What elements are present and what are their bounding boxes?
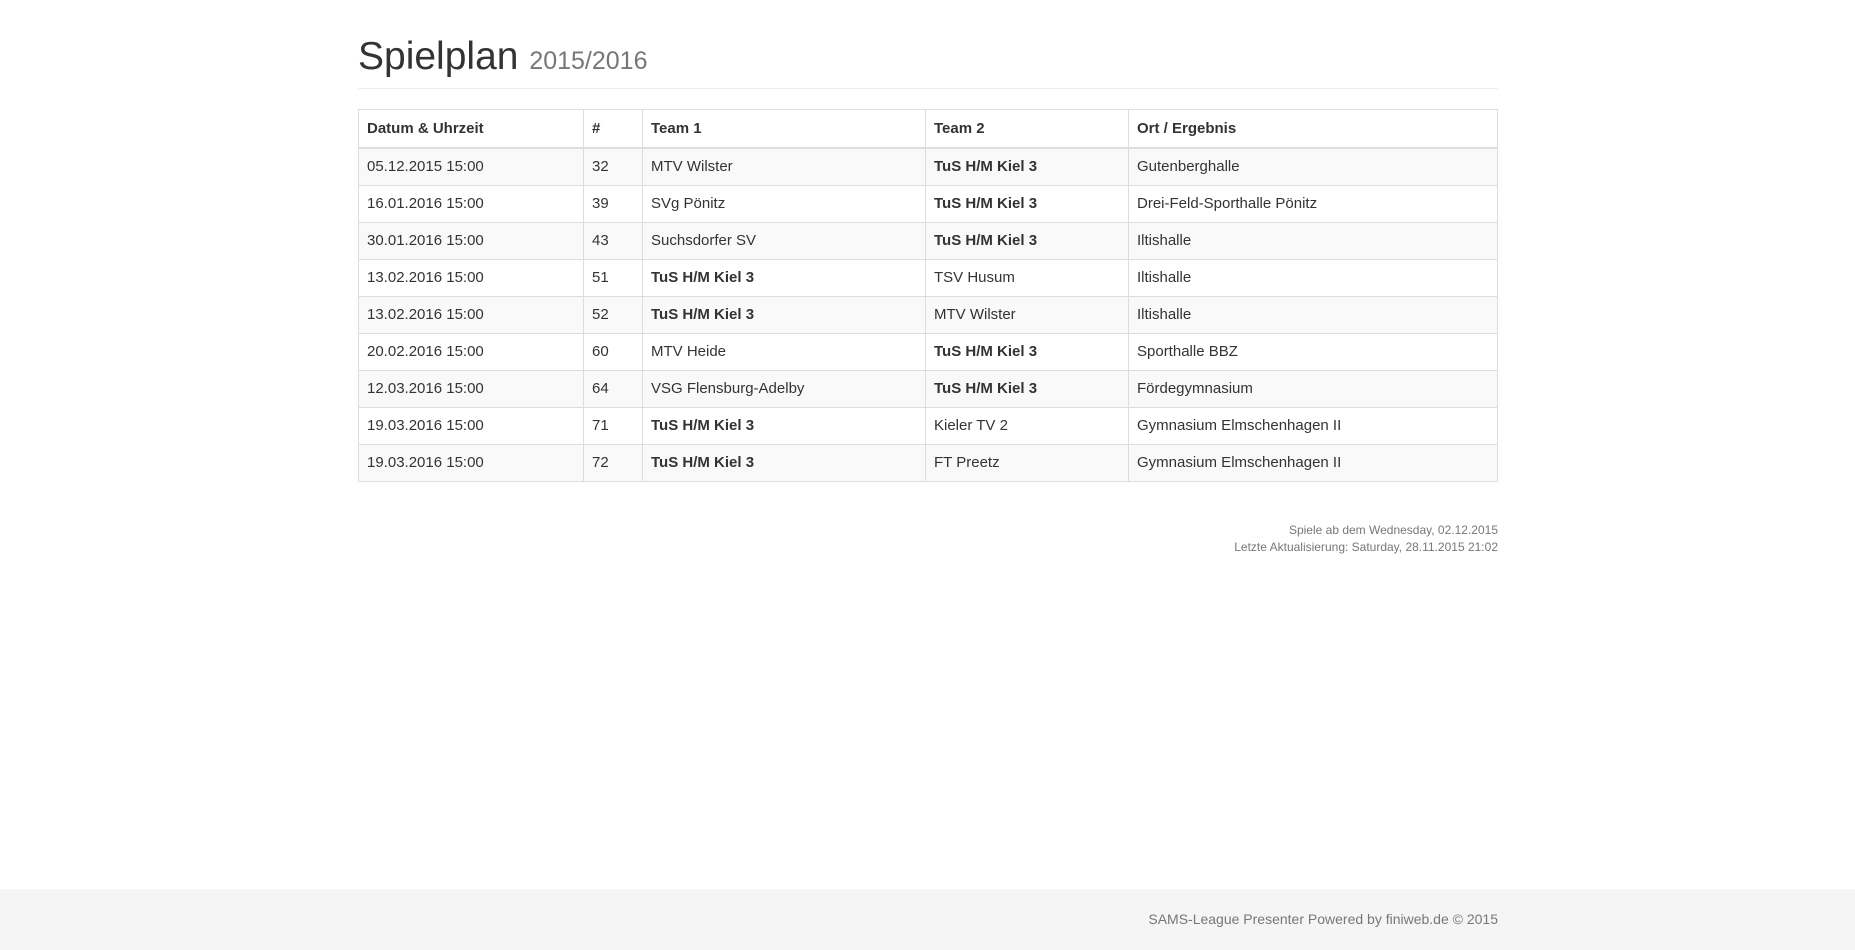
footer-text: SAMS-League Presenter Powered by finiweb… (1148, 911, 1498, 927)
page-title: Spielplan 2015/2016 (358, 35, 1498, 79)
team2-cell: TuS H/M Kiel 3 (925, 184, 1129, 223)
match-number-cell: 52 (583, 295, 643, 334)
match-number-cell: 32 (583, 147, 643, 186)
venue-cell: Gutenberghalle (1128, 147, 1498, 186)
match-number-cell: 72 (583, 443, 643, 482)
season-label: 2015/2016 (529, 47, 648, 75)
venue-cell: Iltishalle (1128, 258, 1498, 297)
table-row: 13.02.2016 15:00 52 TuS H/M Kiel 3 MTV Wils… (358, 295, 1498, 334)
match-number-cell: 39 (583, 184, 643, 223)
match-date-cell: 30.01.2016 15:00 (358, 221, 584, 260)
team1-cell: MTV Heide (642, 332, 926, 371)
table-row: 16.01.2016 15:00 39 SVg Pönitz TuS H/M Kiel… (358, 184, 1498, 223)
match-number-cell: 51 (583, 258, 643, 297)
match-date-cell: 13.02.2016 15:00 (358, 258, 584, 297)
footer: SAMS-League Presenter Powered by finiweb… (0, 889, 1855, 950)
team1-cell: TuS H/M Kiel 3 (642, 258, 926, 297)
schedule-table: Datum & Uhrzeit # Team 1 Team 2 Ort / Er… (358, 108, 1498, 482)
team1-cell: TuS H/M Kiel 3 (642, 295, 926, 334)
venue-cell: Fördegymnasium (1128, 369, 1498, 408)
team2-cell: MTV Wilster (925, 295, 1129, 334)
team2-cell: TuS H/M Kiel 3 (925, 221, 1129, 260)
match-number-cell: 43 (583, 221, 643, 260)
match-number-cell: 64 (583, 369, 643, 408)
team2-cell: TuS H/M Kiel 3 (925, 369, 1129, 408)
last-update-text: Letzte Aktualisierung: Saturday, 28.11.2… (1234, 539, 1498, 554)
team2-cell: TSV Husum (925, 258, 1129, 297)
column-header-number: # (583, 108, 643, 149)
team2-cell: TuS H/M Kiel 3 (925, 332, 1129, 371)
team1-cell: SVg Pönitz (642, 184, 926, 223)
table-row: 20.02.2016 15:00 60 MTV Heide TuS H/M Kiel … (358, 332, 1498, 371)
games-from-text: Spiele ab dem Wednesday, 02.12.2015 (1288, 522, 1498, 537)
match-date-cell: 13.02.2016 15:00 (358, 295, 584, 334)
team1-cell: TuS H/M Kiel 3 (642, 406, 926, 445)
column-header-date: Datum & Uhrzeit (358, 108, 584, 149)
team1-cell: MTV Wilster (642, 147, 926, 186)
page-header: Spielplan 2015/2016 (358, 35, 1498, 89)
column-header-team1: Team 1 (642, 108, 926, 149)
match-date-cell: 05.12.2015 15:00 (358, 147, 584, 186)
table-row: 05.12.2015 15:00 32 MTV Wilster TuS H/M Kie… (358, 147, 1498, 186)
match-date-cell: 19.03.2016 15:00 (358, 406, 584, 445)
team2-cell: TuS H/M Kiel 3 (925, 147, 1129, 186)
venue-cell: Gymnasium Elmschenhagen II (1128, 443, 1498, 482)
match-date-cell: 16.01.2016 15:00 (358, 184, 584, 223)
table-row: 19.03.2016 15:00 71 TuS H/M Kiel 3 Kieler T… (358, 406, 1498, 445)
main-container: Spielplan 2015/2016 Datum & Uhrzeit # Te… (358, 0, 1498, 556)
match-number-cell: 60 (583, 332, 643, 371)
schedule-body: 05.12.2015 15:00 32 MTV Wilster TuS H/M Kie… (358, 147, 1498, 482)
table-row: 12.03.2016 15:00 64 VSG Flensburg-Adelby Tu… (358, 369, 1498, 408)
page-title-text: Spielplan (358, 35, 519, 78)
match-date-cell: 20.02.2016 15:00 (358, 332, 584, 371)
column-header-team2: Team 2 (925, 108, 1129, 149)
table-row: 19.03.2016 15:00 72 TuS H/M Kiel 3 FT Preet… (358, 443, 1498, 482)
table-row: 13.02.2016 15:00 51 TuS H/M Kiel 3 TSV Husu… (358, 258, 1498, 297)
team1-cell: Suchsdorfer SV (642, 221, 926, 260)
schedule-meta: Spiele ab dem Wednesday, 02.12.2015 Letz… (358, 522, 1498, 556)
venue-cell: Iltishalle (1128, 295, 1498, 334)
match-date-cell: 19.03.2016 15:00 (358, 443, 584, 482)
table-header-row: Datum & Uhrzeit # Team 1 Team 2 Ort / Er… (358, 108, 1498, 149)
venue-cell: Sporthalle BBZ (1128, 332, 1498, 371)
venue-cell: Iltishalle (1128, 221, 1498, 260)
match-date-cell: 12.03.2016 15:00 (358, 369, 584, 408)
team1-cell: TuS H/M Kiel 3 (642, 443, 926, 482)
team2-cell: FT Preetz (925, 443, 1129, 482)
match-number-cell: 71 (583, 406, 643, 445)
table-row: 30.01.2016 15:00 43 Suchsdorfer SV TuS H/M … (358, 221, 1498, 260)
team2-cell: Kieler TV 2 (925, 406, 1129, 445)
venue-cell: Drei-Feld-Sporthalle Pönitz (1128, 184, 1498, 223)
column-header-venue: Ort / Ergebnis (1128, 108, 1498, 149)
venue-cell: Gymnasium Elmschenhagen II (1128, 406, 1498, 445)
team1-cell: VSG Flensburg-Adelby (642, 369, 926, 408)
